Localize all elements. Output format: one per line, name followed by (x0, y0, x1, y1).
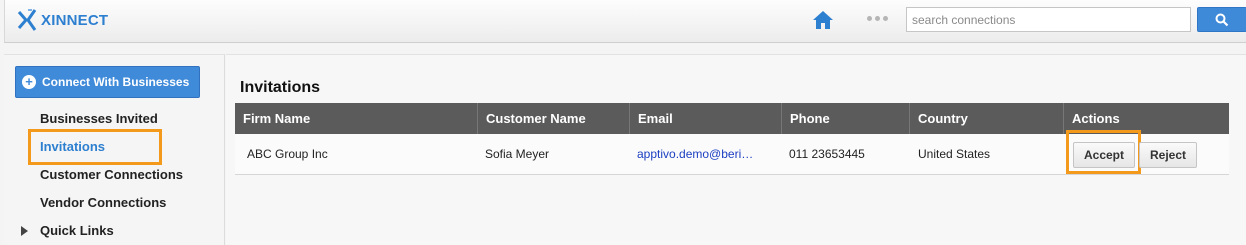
column-header-country[interactable]: Country (909, 103, 1063, 134)
triangle-right-icon[interactable] (21, 226, 28, 236)
invitations-table: Firm Name Customer Name Email Phone Coun… (235, 103, 1229, 175)
cell-country: United States (918, 147, 991, 161)
accept-button[interactable]: Accept (1073, 142, 1135, 168)
sidebar: + Connect With Businesses Businesses Inv… (4, 54, 225, 245)
sidebar-item-customer-connections[interactable]: Customer Connections (40, 167, 183, 182)
column-header-firm-name[interactable]: Firm Name (235, 103, 477, 134)
reject-button[interactable]: Reject (1139, 142, 1197, 168)
page-title: Invitations (240, 79, 321, 96)
cell-firm-name: ABC Group Inc (247, 147, 328, 161)
sidebar-item-quick-links[interactable]: Quick Links (40, 223, 114, 238)
column-header-email[interactable]: Email (629, 103, 781, 134)
more-dots-icon[interactable] (867, 16, 888, 21)
app-name: XINNECT (41, 11, 109, 29)
app-logo[interactable]: XINNECT (17, 8, 108, 32)
column-header-phone[interactable]: Phone (781, 103, 909, 134)
x-logo-icon (17, 9, 37, 31)
connect-with-businesses-button[interactable]: + Connect With Businesses (15, 66, 200, 98)
search-input[interactable] (906, 7, 1191, 32)
top-bar: XINNECT (4, 0, 1246, 43)
sidebar-item-businesses-invited[interactable]: Businesses Invited (40, 111, 158, 126)
connect-button-label: Connect With Businesses (42, 75, 190, 89)
search-button[interactable] (1197, 7, 1246, 32)
search-icon (1215, 13, 1229, 26)
plus-circle-icon: + (22, 75, 36, 89)
home-icon[interactable] (811, 8, 835, 32)
main-content: Invitations Firm Name Customer Name Emai… (226, 54, 1246, 245)
cell-email-link[interactable]: apptivo.demo@beri… (625, 134, 775, 175)
sidebar-item-vendor-connections[interactable]: Vendor Connections (40, 195, 166, 210)
table-row: ABC Group Inc Sofia Meyer apptivo.demo@b… (235, 130, 1229, 175)
sidebar-item-invitations[interactable]: Invitations (40, 139, 105, 154)
column-header-customer-name[interactable]: Customer Name (477, 103, 629, 134)
cell-phone: 011 23653445 (789, 147, 865, 161)
cell-customer-name: Sofia Meyer (485, 147, 550, 161)
